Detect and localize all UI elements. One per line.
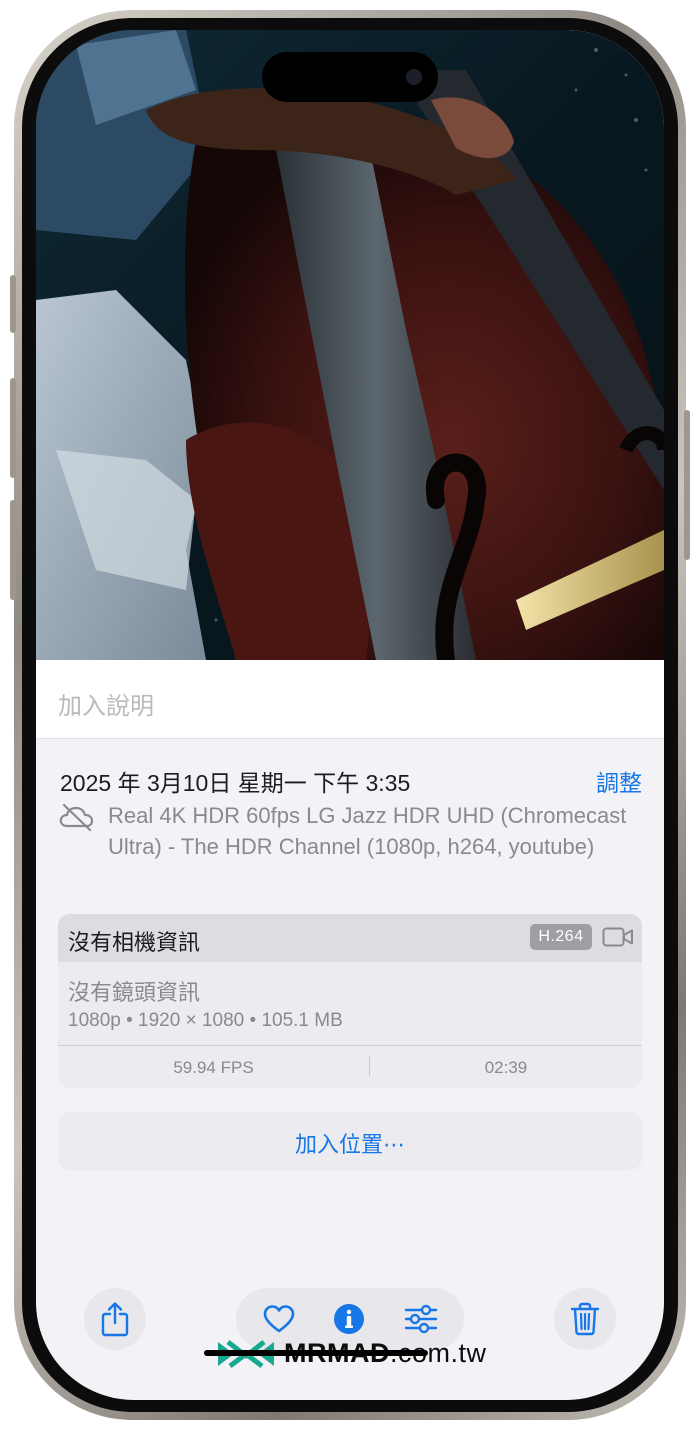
trash-icon xyxy=(570,1302,600,1336)
heart-icon[interactable] xyxy=(262,1304,296,1334)
video-frame[interactable] xyxy=(36,30,664,660)
power-button xyxy=(684,410,690,560)
card-divider xyxy=(58,1045,642,1046)
caption-placeholder: 加入說明 xyxy=(58,693,154,720)
action-button xyxy=(10,275,16,333)
adjust-date-button[interactable]: 調整 xyxy=(596,764,642,798)
camera-info-header: 沒有相機資訊 H.264 xyxy=(58,914,642,962)
frame-rate: 59.94 FPS xyxy=(173,1058,254,1077)
cloud-slash-icon xyxy=(59,803,94,832)
screen: 加入說明 2025 年 3月10日 星期一 下午 3:35 調整 Real 4K… xyxy=(36,30,664,1400)
adjust-icon[interactable] xyxy=(404,1304,438,1334)
codec-badge: H.264 xyxy=(530,924,592,950)
info-icon[interactable] xyxy=(333,1303,365,1335)
camera-info-card: 沒有相機資訊 H.264 沒有鏡頭資訊 1080p • 1920 × 1080 … xyxy=(58,914,642,1088)
share-button[interactable] xyxy=(84,1288,146,1350)
add-location-label: 加入位置⋯ xyxy=(294,1132,405,1157)
video-specs: 1080p • 1920 × 1080 • 105.1 MB xyxy=(68,1010,343,1031)
front-camera xyxy=(406,69,422,85)
date-row: 2025 年 3月10日 星期一 下午 3:35 調整 xyxy=(60,764,642,796)
caption-field[interactable]: 加入說明 xyxy=(36,660,664,739)
home-indicator xyxy=(204,1350,428,1356)
share-icon xyxy=(101,1302,129,1337)
lens-info: 沒有鏡頭資訊 xyxy=(68,980,201,1005)
camera-title: 沒有相機資訊 xyxy=(68,930,201,955)
volume-up-button xyxy=(10,378,16,478)
dynamic-island xyxy=(262,52,438,102)
volume-down-button xyxy=(10,500,16,600)
delete-button[interactable] xyxy=(554,1288,616,1350)
add-location-button[interactable]: 加入位置⋯ xyxy=(58,1112,642,1170)
video-duration: 02:39 xyxy=(484,1058,528,1077)
video-title: Real 4K HDR 60fps LG Jazz HDR UHD (Chrom… xyxy=(108,803,627,859)
video-camera-icon xyxy=(602,927,633,947)
capture-date: 2025 年 3月10日 星期一 下午 3:35 xyxy=(60,770,411,796)
